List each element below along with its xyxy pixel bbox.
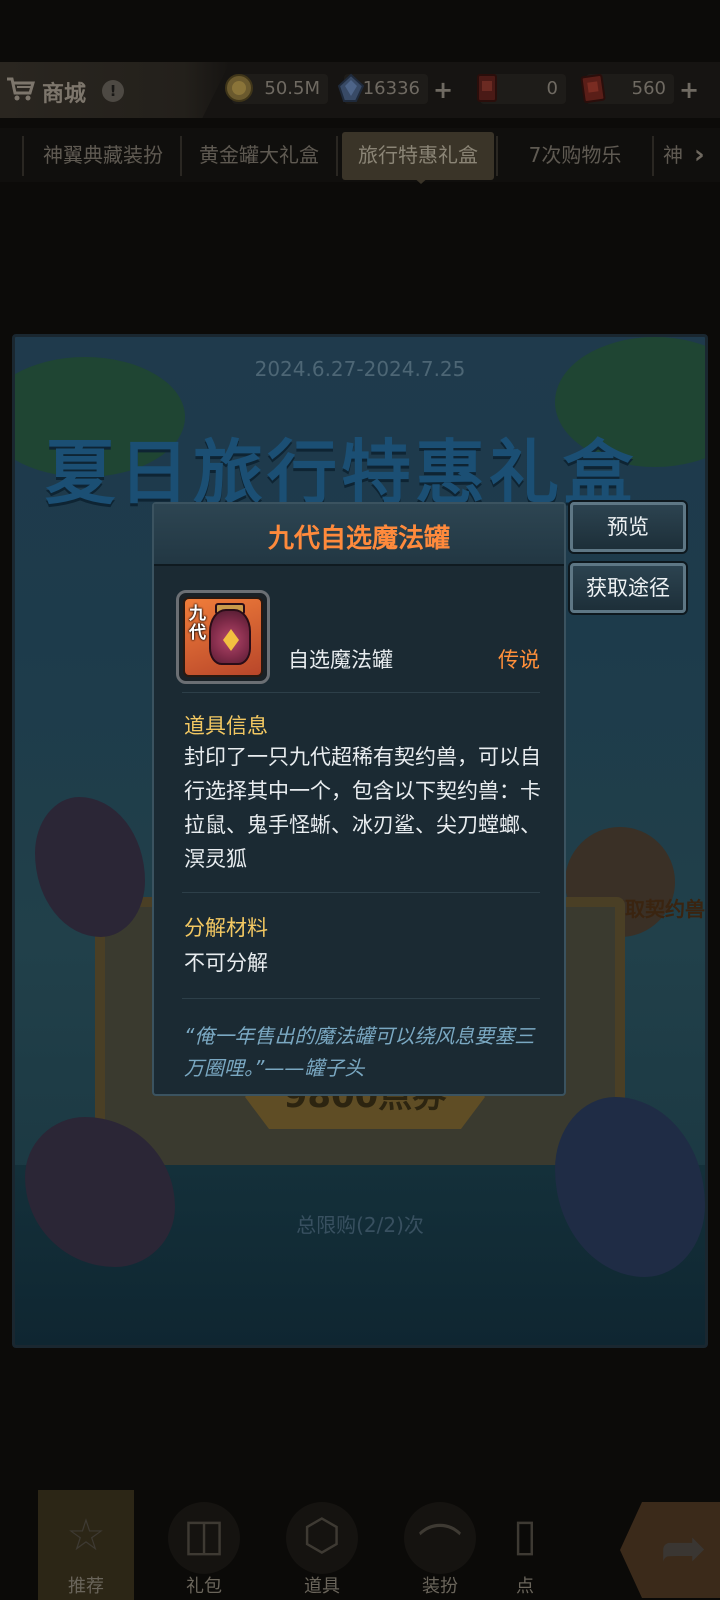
divider <box>182 892 540 893</box>
chevron-right-icon[interactable]: › <box>694 140 705 170</box>
red-coupon-icon <box>580 73 606 104</box>
nav-gift[interactable]: ◫ 礼包 <box>156 1490 252 1600</box>
dragon-creature-image <box>35 797 145 937</box>
currency-coupon: 560 + <box>580 73 699 104</box>
nav-recommend-label: 推荐 <box>68 1576 104 1597</box>
nav-outfit[interactable]: ⌒ 装扮 <box>392 1490 488 1600</box>
star-icon: ☆ <box>66 1510 106 1561</box>
nav-item[interactable]: ⬡ 道具 <box>274 1490 370 1600</box>
ticket-amount: 0 <box>546 78 558 99</box>
obtain-method-button[interactable]: 获取途径 <box>570 563 686 613</box>
tab-divider <box>336 136 338 176</box>
gift-icon: ◫ <box>183 1510 225 1561</box>
tab-more[interactable]: 神 <box>658 132 688 180</box>
tab-divider <box>652 136 654 176</box>
item-rarity: 传说 <box>498 648 540 672</box>
shop-tabs: 神翼典藏装扮 黄金罐大礼盒 旅行特惠礼盒 7次购物乐 神 <box>0 128 720 182</box>
card-icon: ▯ <box>512 1510 538 1561</box>
item-flavor-quote: “俺一年售出的魔法罐可以绕风息要塞三万圈哩。”——罐子头 <box>184 1024 535 1080</box>
magic-jar-icon: 九代 <box>183 597 263 677</box>
add-coupon-button[interactable]: + <box>678 76 700 104</box>
crystal-amount: 16336 <box>362 78 420 99</box>
divider <box>182 692 540 693</box>
decompose-body: 不可分解 <box>184 951 268 975</box>
top-bar: 商城 ! 50.5M 16336 + 0 560 + <box>0 62 720 118</box>
hanger-icon: ⌒ <box>418 1521 462 1572</box>
tab-golden-jar[interactable]: 黄金罐大礼盒 <box>184 132 334 180</box>
tab-travel-deal[interactable]: 旅行特惠礼盒 <box>342 132 494 180</box>
bottom-nav: ☆ 推荐 ◫ 礼包 ⬡ 道具 ⌒ 装扮 ▯ 点 <box>0 1490 720 1600</box>
tab-divider <box>22 136 24 176</box>
blue-crystal-icon <box>337 73 365 102</box>
gold-coin-icon <box>225 74 253 102</box>
currency-crystal: 16336 + <box>337 73 453 104</box>
purchase-limit: 总限购(2/2)次 <box>296 1213 424 1237</box>
divider <box>182 998 540 999</box>
currency-gold: 50.5M <box>225 74 328 104</box>
nav-outfit-label: 装扮 <box>422 1576 458 1597</box>
coupon-amount: 560 <box>631 78 666 99</box>
red-ticket-icon <box>477 74 497 102</box>
nav-points-label: 点 <box>516 1576 534 1597</box>
tab-seven-shopping[interactable]: 7次购物乐 <box>500 132 650 180</box>
help-icon[interactable]: ! <box>102 80 124 102</box>
shop-title-area: 商城 ! <box>0 62 230 118</box>
shop-title: 商城 <box>42 82 87 107</box>
tab-divider <box>496 136 498 176</box>
shopping-cart-icon <box>7 77 36 101</box>
item-icon: ⬡ <box>302 1510 342 1561</box>
gold-amount: 50.5M <box>264 78 320 99</box>
item-info-title: 道具信息 <box>184 714 268 738</box>
forward-arrow-icon: ➦ <box>660 1516 707 1581</box>
tab-wing-collection[interactable]: 神翼典藏装扮 <box>28 132 178 180</box>
item-detail-popup: 九代自选魔法罐 九代 自选魔法罐 传说 道具信息 封印了一只九代超稀有契约兽，可… <box>152 502 566 1096</box>
decompose-title: 分解材料 <box>184 916 268 940</box>
item-info-body: 封印了一只九代超稀有契约兽，可以自行选择其中一个，包含以下契约兽：卡拉鼠、鬼手怪… <box>184 745 541 871</box>
nav-gift-label: 礼包 <box>186 1576 222 1597</box>
nav-recommend[interactable]: ☆ 推荐 <box>38 1490 134 1600</box>
item-generation-badge: 九代 <box>189 604 206 643</box>
active-tab-indicator <box>412 176 430 184</box>
popup-header: 九代自选魔法罐 <box>154 504 564 566</box>
tab-divider <box>180 136 182 176</box>
add-crystal-button[interactable]: + <box>432 76 454 104</box>
item-name: 自选魔法罐 <box>288 648 393 672</box>
item-icon-frame: 九代 <box>176 590 270 684</box>
event-date: 2024.6.27-2024.7.25 <box>254 357 466 381</box>
nav-item-label: 道具 <box>304 1576 340 1597</box>
popup-title: 九代自选魔法罐 <box>267 524 450 554</box>
preview-button[interactable]: 预览 <box>570 502 686 552</box>
currency-ticket: 0 <box>477 74 566 104</box>
nav-points[interactable]: ▯ 点 <box>500 1490 550 1600</box>
